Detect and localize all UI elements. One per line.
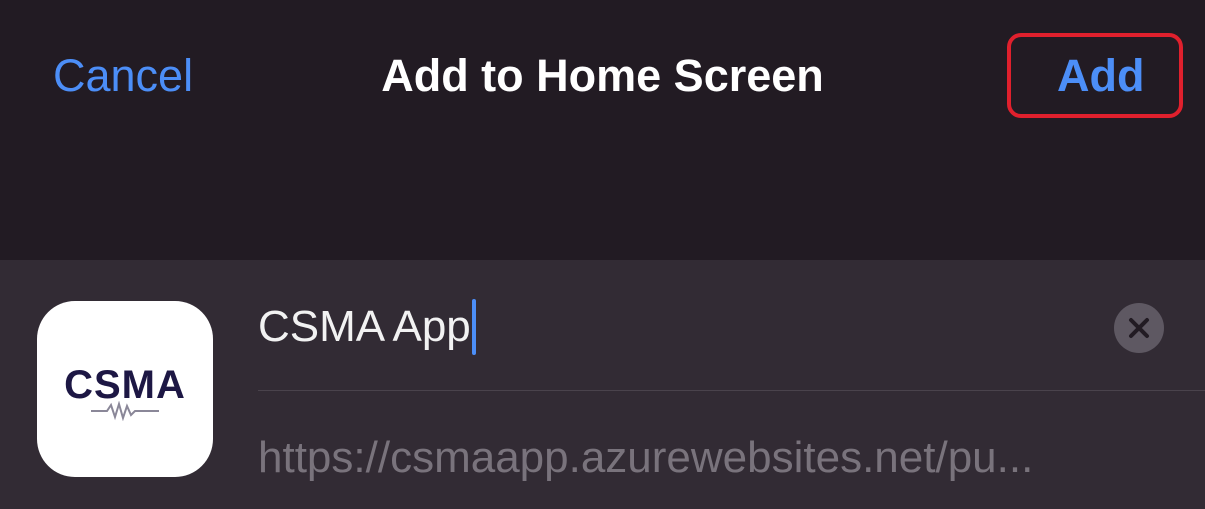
waveform-icon [91, 401, 159, 421]
csma-app-icon: CSMA [37, 301, 213, 477]
add-to-home-screen-sheet: Cancel Add to Home Screen Add CSMA CSMA … [0, 0, 1205, 509]
name-row: CSMA App [258, 290, 1205, 391]
bookmark-card: CSMA CSMA App https://csmaapp.azurewebsi… [0, 260, 1205, 509]
name-input[interactable]: CSMA App [258, 299, 476, 355]
x-circle-icon [1129, 318, 1149, 338]
clear-text-button[interactable] [1114, 303, 1164, 353]
navigation-bar: Cancel Add to Home Screen Add [0, 0, 1205, 260]
text-caret [471, 299, 476, 355]
name-input-value: CSMA App [258, 302, 471, 351]
cancel-button[interactable]: Cancel [53, 48, 193, 104]
bookmark-url: https://csmaapp.azurewebsites.net/pu... [258, 433, 1034, 482]
add-button[interactable]: Add [1057, 48, 1144, 104]
